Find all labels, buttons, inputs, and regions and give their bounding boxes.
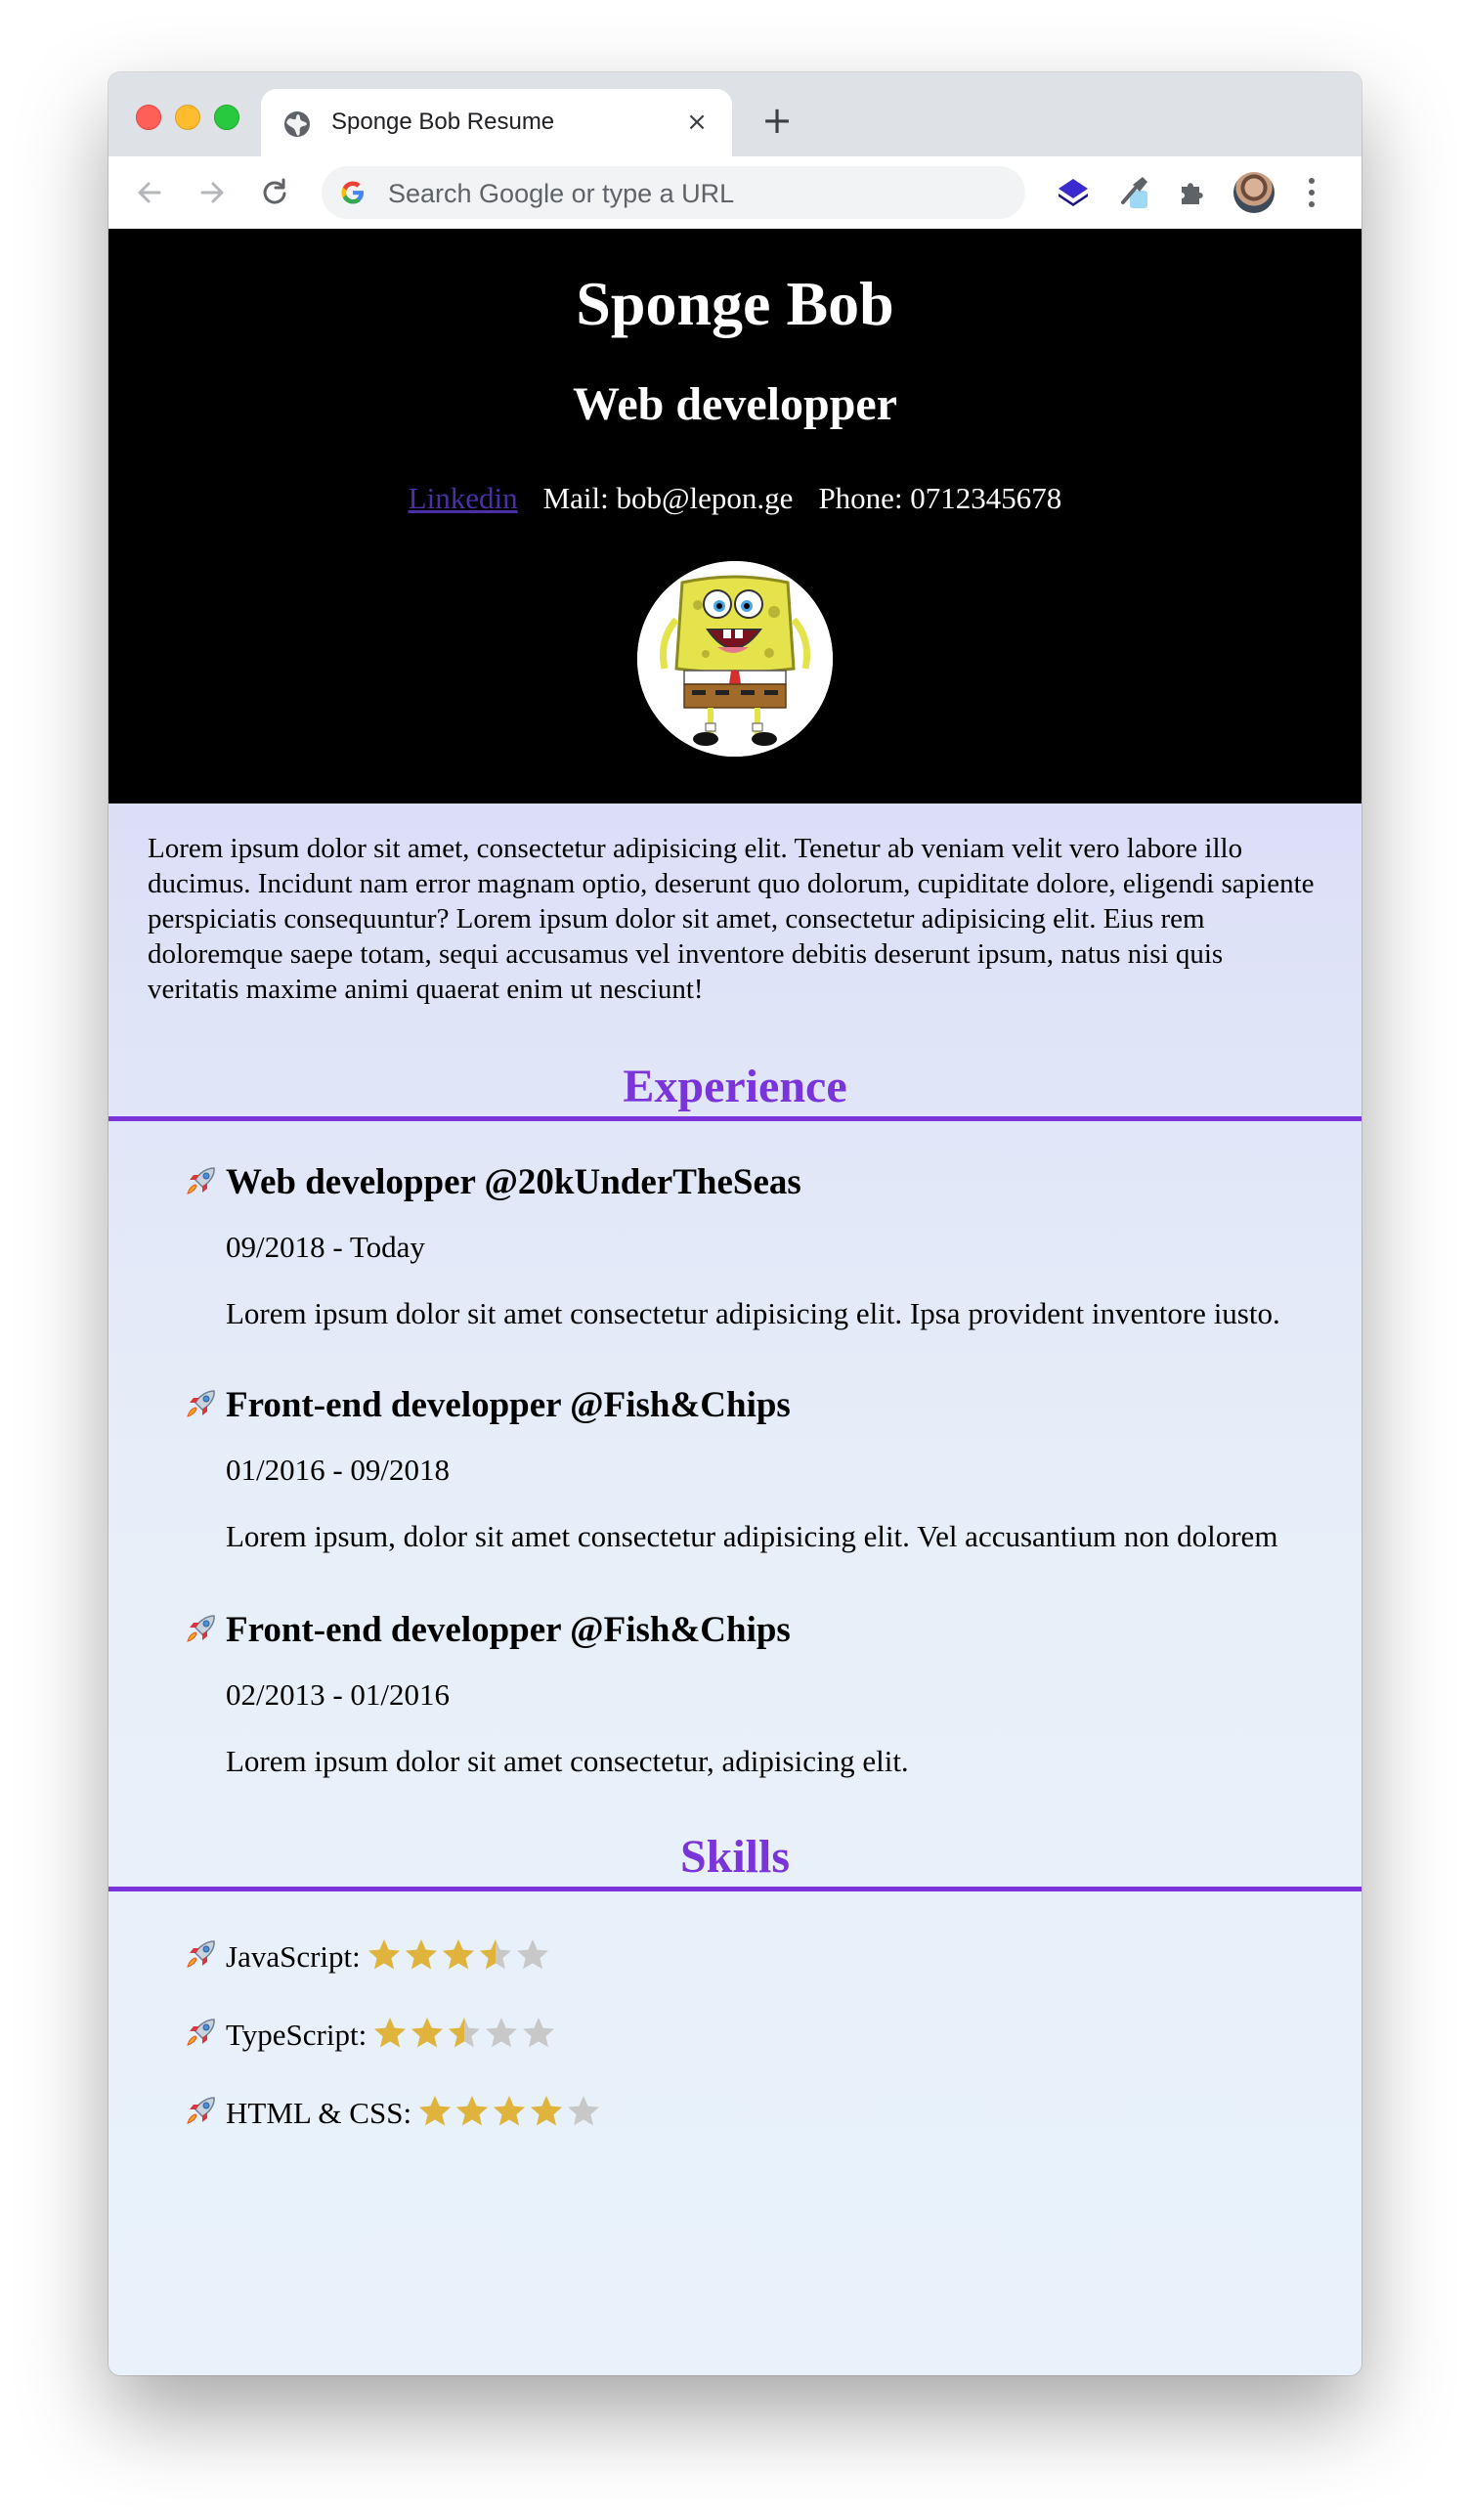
tab-strip: Sponge Bob Resume × + [108, 72, 1362, 156]
back-icon[interactable] [130, 173, 169, 212]
skill-row-3: HTML & CSS: [185, 2094, 603, 2135]
reload-icon[interactable] [255, 173, 294, 212]
skills-divider [108, 1887, 1362, 1891]
mail-text: Mail: bob@lepon.ge [542, 481, 794, 515]
search-input[interactable]: Search Google or type a URL [388, 179, 734, 209]
skill-label-1: JavaScript: [226, 1939, 361, 1974]
star-icon [566, 2094, 601, 2127]
star-icon [454, 2094, 490, 2127]
forward-icon[interactable] [193, 173, 232, 212]
job-dates-3: 02/2013 - 01/2016 [226, 1677, 451, 1712]
star-icon [515, 1937, 550, 1971]
resume-header: Sponge Bob Web developper Linkedin Mail: … [108, 229, 1362, 804]
more-menu-icon[interactable] [1307, 178, 1317, 209]
job-dates-2: 01/2016 - 09/2018 [226, 1453, 451, 1487]
minimize-window-button[interactable] [175, 105, 200, 130]
skills-heading: Skills [679, 1831, 791, 1883]
address-bar[interactable]: Search Google or type a URL [322, 166, 1025, 219]
experience-heading: Experience [623, 1061, 847, 1112]
skill-row-1: JavaScript: [185, 1937, 552, 1978]
job-description-3: Lorem ipsum dolor sit amet consectetur, … [226, 1744, 909, 1778]
tab-title: Sponge Bob Resume [331, 109, 555, 135]
star-icon [410, 2016, 445, 2049]
skill-label-3: HTML & CSS: [226, 2096, 412, 2130]
star-icon [367, 1937, 402, 1971]
star-icon [404, 1937, 439, 1971]
close-window-button[interactable] [136, 105, 161, 130]
job-dates-1: 09/2018 - Today [226, 1230, 425, 1264]
skill-rating-3 [417, 2094, 603, 2135]
job-title-1-text: Web developper @20kUnderTheSeas [226, 1162, 801, 1202]
skill-label-2: TypeScript: [226, 2018, 368, 2052]
tab-sponge-bob-resume[interactable]: Sponge Bob Resume × [261, 89, 732, 156]
browser-toolbar: Search Google or type a URL [108, 156, 1362, 230]
eyedropper-extension-icon[interactable] [1115, 173, 1154, 212]
about-paragraph: Lorem ipsum dolor sit amet, consectetur … [148, 833, 1315, 1005]
job-title-3: Front-end developper @Fish&Chips [185, 1609, 791, 1651]
skill-rating-2 [372, 2016, 558, 2057]
rocket-icon [185, 1939, 218, 1969]
star-icon [492, 2094, 527, 2127]
profile-avatar[interactable] [1233, 172, 1275, 213]
experience-divider [108, 1116, 1362, 1121]
phone-text: Phone: 0712345678 [818, 481, 1062, 515]
star-icon [478, 1937, 513, 1971]
star-icon [484, 2016, 519, 2049]
skill-rating-1 [367, 1937, 552, 1978]
linkedin-link[interactable]: Linkedin [409, 481, 518, 515]
contact-line: Linkedin Mail: bob@lepon.ge Phone: 0712345… [108, 481, 1362, 516]
job-title-2-text: Front-end developper @Fish&Chips [226, 1385, 791, 1425]
rocket-icon [185, 2096, 218, 2125]
star-icon [447, 2016, 482, 2049]
close-tab-icon[interactable]: × [679, 105, 714, 140]
layers-extension-icon[interactable] [1054, 173, 1093, 212]
job-title-1: Web developper @20kUnderTheSeas [185, 1161, 801, 1203]
zoom-window-button[interactable] [214, 105, 239, 130]
person-name: Sponge Bob [576, 269, 894, 338]
browser-window: Sponge Bob Resume × + Search Google or t… [108, 72, 1362, 2375]
rocket-icon [185, 2018, 218, 2047]
skill-row-2: TypeScript: [185, 2016, 558, 2057]
resume-page: Sponge Bob Web developper Linkedin Mail: … [108, 229, 1362, 2375]
star-icon [417, 2094, 453, 2127]
job-description-2: Lorem ipsum, dolor sit amet consectetur … [226, 1519, 1278, 1553]
rocket-icon [185, 1389, 218, 1418]
job-title-2: Front-end developper @Fish&Chips [185, 1384, 791, 1426]
star-icon [529, 2094, 564, 2127]
google-g-icon [341, 181, 364, 204]
star-icon [521, 2016, 556, 2049]
new-tab-icon[interactable]: + [757, 102, 797, 141]
globe-icon [284, 111, 310, 137]
job-role: Web developper [573, 378, 897, 430]
sponge-bob-illustration [637, 561, 833, 757]
job-title-3-text: Front-end developper @Fish&Chips [226, 1610, 791, 1650]
rocket-icon [185, 1166, 218, 1195]
job-description-1: Lorem ipsum dolor sit amet consectetur a… [226, 1296, 1280, 1330]
profile-photo [637, 561, 833, 757]
puzzle-extensions-icon[interactable] [1174, 173, 1213, 212]
rocket-icon [185, 1614, 218, 1643]
star-icon [372, 2016, 408, 2049]
star-icon [441, 1937, 476, 1971]
